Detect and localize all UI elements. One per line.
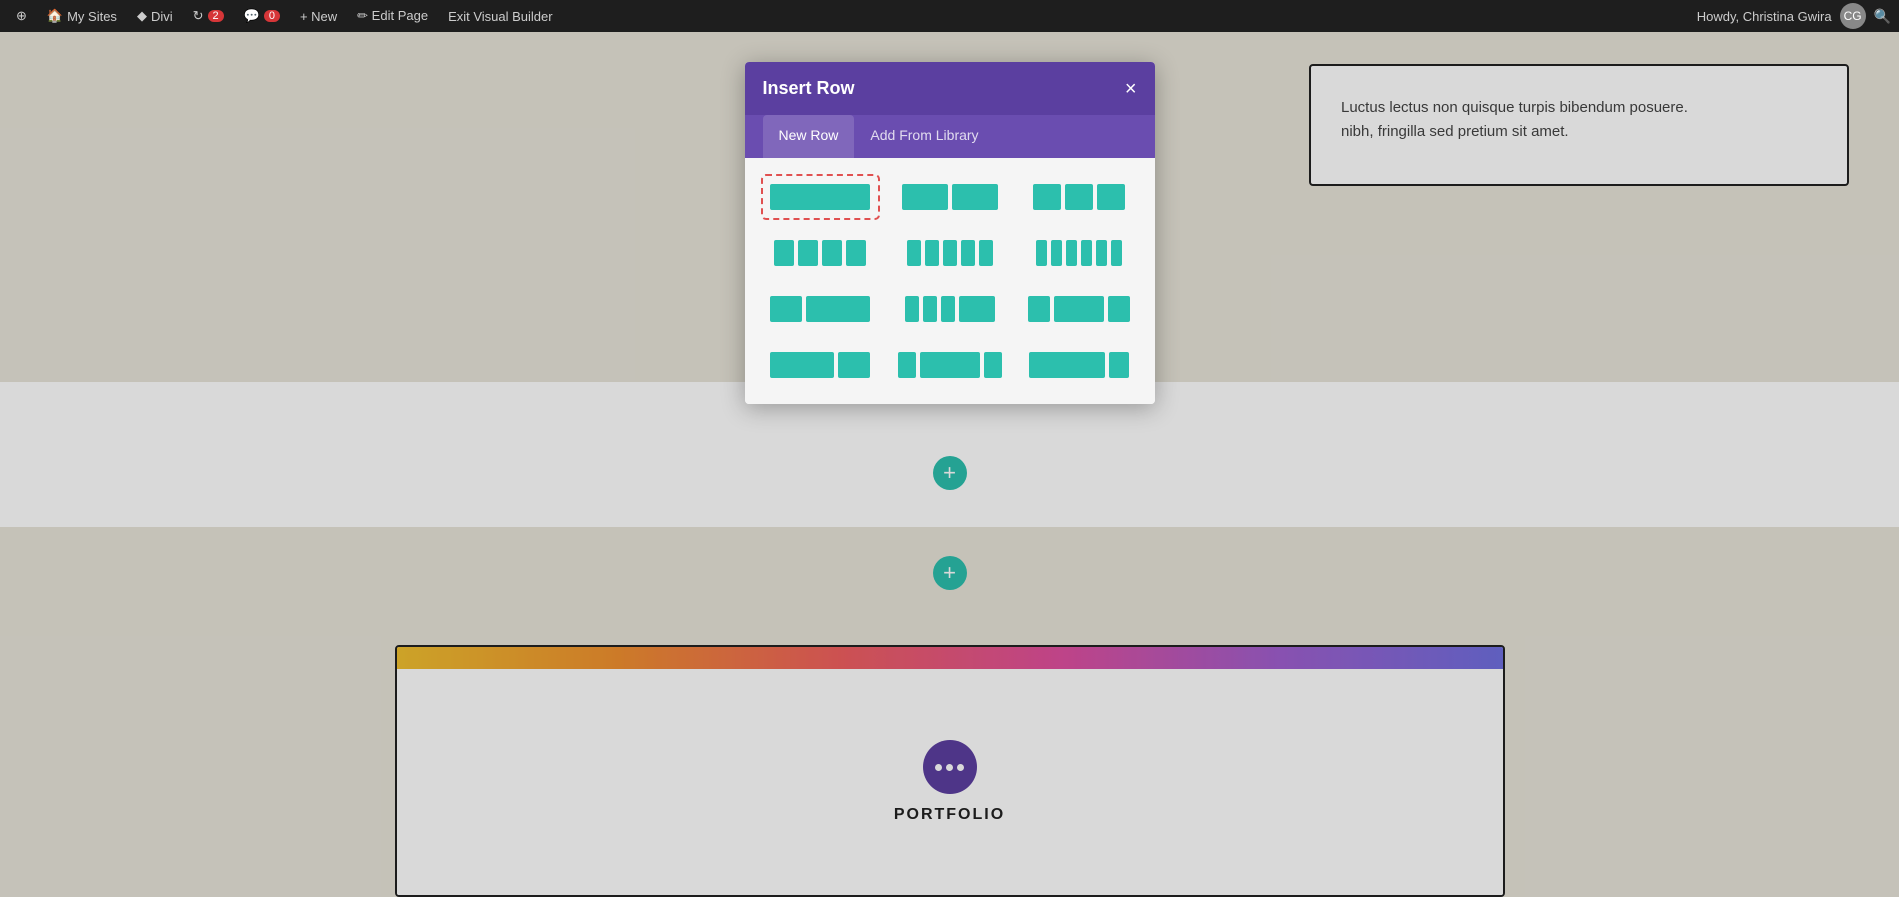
exit-builder-item[interactable]: Exit Visual Builder [440, 9, 561, 24]
col-block [770, 296, 802, 322]
col-block [920, 352, 980, 378]
tab-add-from-library[interactable]: Add From Library [854, 115, 994, 158]
layout-small-large-small[interactable] [1022, 288, 1137, 330]
layout-2col-equal[interactable] [892, 176, 1008, 218]
col-block [1097, 184, 1125, 210]
modal-close-button[interactable]: × [1125, 79, 1137, 99]
new-label: + New [300, 9, 337, 24]
col-block [1096, 240, 1107, 266]
col-block [952, 184, 998, 210]
comments-item[interactable]: 💬 0 [236, 8, 288, 24]
divi-label: Divi [151, 9, 173, 24]
updates-item[interactable]: ↻ 2 [185, 8, 232, 24]
edit-page-label: ✏ Edit Page [357, 8, 428, 24]
col-block [943, 240, 957, 266]
layout-2-3-1-3[interactable] [763, 344, 878, 386]
col-block [1108, 296, 1130, 322]
avatar[interactable]: CG [1840, 3, 1866, 29]
col-block [923, 296, 937, 322]
modal-body [745, 158, 1155, 404]
updates-icon: ↻ [193, 8, 204, 24]
col-block [1029, 352, 1105, 378]
new-item[interactable]: + New [292, 9, 345, 24]
col-block [770, 184, 870, 210]
col-block [1028, 296, 1050, 322]
howdy-text: Howdy, Christina Gwira [1697, 9, 1832, 24]
col-block [941, 296, 955, 322]
layout-small-xlarge-small[interactable] [892, 344, 1008, 386]
wordpress-icon-item[interactable]: ⊕ [8, 8, 35, 24]
col-block [1109, 352, 1129, 378]
modal-tabs: New Row Add From Library [745, 115, 1155, 158]
col-block [1111, 240, 1122, 266]
divi-item[interactable]: ◆ Divi [129, 8, 181, 24]
wordpress-icon: ⊕ [16, 8, 27, 24]
edit-page-item[interactable]: ✏ Edit Page [349, 8, 436, 24]
modal-title: Insert Row [763, 78, 855, 99]
col-block [959, 296, 995, 322]
comments-icon: 💬 [244, 8, 260, 24]
col-block [822, 240, 842, 266]
col-block [1036, 240, 1047, 266]
col-block [838, 352, 870, 378]
col-block [1065, 184, 1093, 210]
layout-large-tiny[interactable] [1022, 344, 1137, 386]
col-block [1081, 240, 1092, 266]
col-block [907, 240, 921, 266]
updates-count: 2 [208, 10, 224, 22]
layout-6col-equal[interactable] [1022, 232, 1137, 274]
col-block [979, 240, 993, 266]
col-block [898, 352, 916, 378]
layout-grid [763, 176, 1137, 386]
tab-new-row[interactable]: New Row [763, 115, 855, 158]
tab-add-from-library-label: Add From Library [870, 127, 978, 143]
col-block [961, 240, 975, 266]
col-block [1033, 184, 1061, 210]
my-sites-label: My Sites [67, 9, 117, 24]
exit-builder-label: Exit Visual Builder [448, 9, 553, 24]
col-block [925, 240, 939, 266]
my-sites-icon: 🏠 [47, 8, 63, 24]
admin-bar: ⊕ 🏠 My Sites ◆ Divi ↻ 2 💬 0 + New ✏ Edit… [0, 0, 1899, 32]
insert-row-modal: Insert Row × New Row Add From Library [745, 62, 1155, 404]
col-block [984, 352, 1002, 378]
comments-count: 0 [264, 10, 280, 22]
col-block [1054, 296, 1104, 322]
col-block [1051, 240, 1062, 266]
col-block [806, 296, 870, 322]
layout-1-3-2-3[interactable] [763, 288, 878, 330]
col-block [902, 184, 948, 210]
col-block [1066, 240, 1077, 266]
col-block [770, 352, 834, 378]
col-block [774, 240, 794, 266]
tab-new-row-label: New Row [779, 127, 839, 143]
my-sites-item[interactable]: 🏠 My Sites [39, 8, 125, 24]
layout-1col[interactable] [763, 176, 878, 218]
layout-4col-equal[interactable] [763, 232, 878, 274]
col-block [905, 296, 919, 322]
layout-4mixed[interactable] [892, 288, 1008, 330]
col-block [846, 240, 866, 266]
layout-3col-equal[interactable] [1022, 176, 1137, 218]
modal-header: Insert Row × [745, 62, 1155, 115]
col-block [798, 240, 818, 266]
search-icon[interactable]: 🔍 [1874, 8, 1891, 25]
divi-icon: ◆ [137, 8, 147, 24]
layout-5col-equal[interactable] [892, 232, 1008, 274]
